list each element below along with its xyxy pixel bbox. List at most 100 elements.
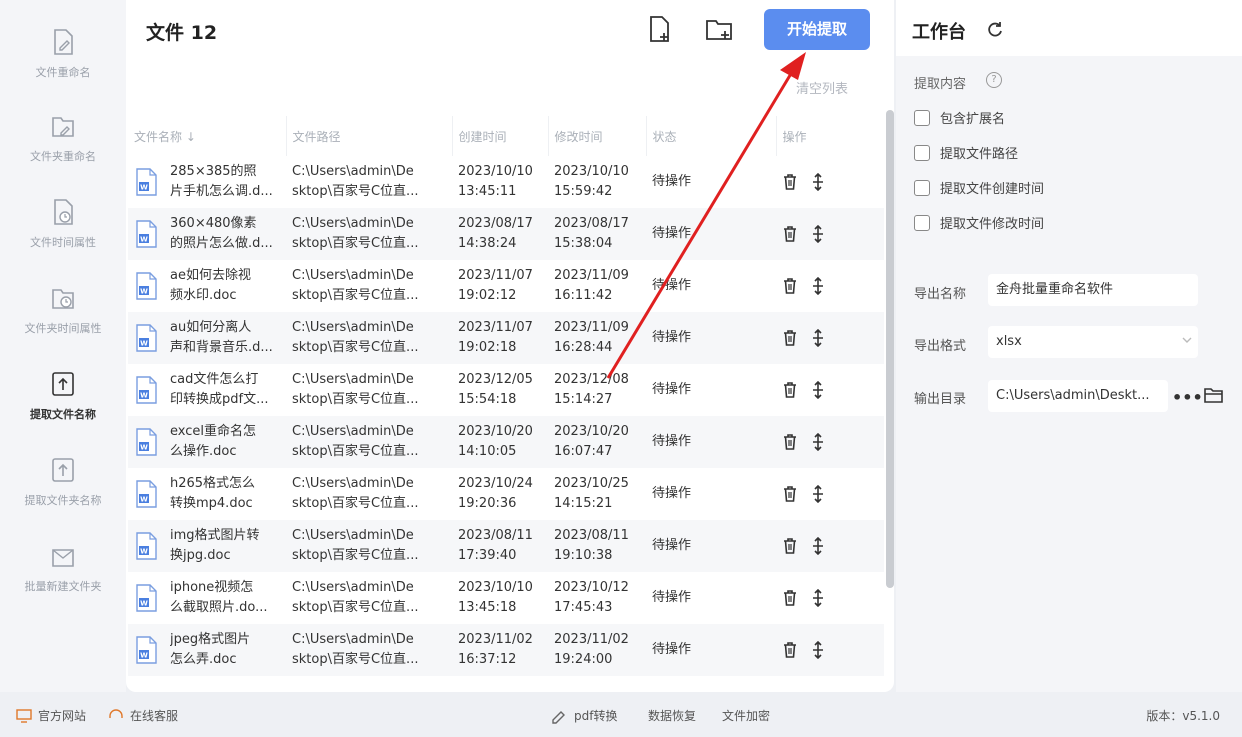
support-link[interactable]: 在线客服: [108, 707, 178, 724]
checkbox-box[interactable]: [914, 109, 930, 126]
sidebar-item-extract-folder-names[interactable]: 提取文件夹名称: [0, 456, 126, 536]
file-path-line: C:\Users\admin\De: [292, 632, 414, 647]
delete-icon[interactable]: [782, 277, 798, 295]
delete-icon[interactable]: [782, 329, 798, 347]
cell-created: 2023/11/02 16:37:12: [452, 624, 548, 676]
extract-created-time-checkbox[interactable]: 提取文件创建时间: [914, 178, 1044, 197]
file-encrypt-link[interactable]: 文件加密: [722, 707, 770, 724]
sidebar-item-label: 文件时间属性: [30, 236, 96, 249]
drag-handle-icon[interactable]: [810, 225, 826, 243]
sidebar-item-file-time[interactable]: 文件时间属性: [0, 198, 126, 278]
file-name-line: 285×385的照: [170, 164, 257, 179]
cell-actions: [776, 364, 884, 416]
headset-icon: [109, 708, 123, 718]
extract-modified-time-checkbox[interactable]: 提取文件修改时间: [914, 213, 1044, 232]
drag-handle-icon[interactable]: [810, 329, 826, 347]
delete-icon[interactable]: [782, 485, 798, 503]
cell-created: 2023/11/07 19:02:12: [452, 260, 548, 312]
cell-created: 2023/11/07 19:02:18: [452, 312, 548, 364]
scrollbar[interactable]: [886, 110, 894, 588]
delete-icon[interactable]: [782, 381, 798, 399]
website-link[interactable]: 官方网站: [16, 707, 86, 724]
table-row[interactable]: Wimg格式图片转 换jpg.doc C:\Users\admin\De sktop\…: [128, 520, 884, 572]
file-name-line: h265格式怎么: [170, 476, 256, 491]
delete-icon[interactable]: [782, 537, 798, 555]
checkbox-label: 提取文件创建时间: [940, 182, 1045, 197]
data-recovery-link[interactable]: 数据恢复: [648, 707, 696, 724]
created-time: 14:38:24: [458, 236, 517, 251]
checkbox-box[interactable]: [914, 214, 930, 231]
drag-handle-icon[interactable]: [810, 173, 826, 191]
created-time: 19:02:12: [458, 288, 517, 303]
drag-handle-icon[interactable]: [810, 433, 826, 451]
modified-time: 16:11:42: [554, 288, 613, 303]
refresh-icon[interactable]: [986, 20, 1004, 38]
output-dir-input[interactable]: C:\Users\admin\Deskt...: [988, 380, 1168, 412]
cell-status: 待操作: [646, 312, 776, 364]
folder-open-icon[interactable]: [1204, 386, 1224, 404]
cell-status: 待操作: [646, 156, 776, 208]
sidebar-item-label: 文件重命名: [35, 66, 91, 79]
export-name-input[interactable]: 金舟批量重命名软件: [988, 274, 1198, 306]
start-extract-button[interactable]: 开始提取: [764, 9, 870, 50]
modified-time: 16:07:47: [554, 444, 613, 459]
delete-icon[interactable]: [782, 173, 798, 191]
include-extension-checkbox[interactable]: 包含扩展名: [914, 108, 1005, 127]
table-row[interactable]: W 285×385的照 片手机怎么调.d... C:\Users\admin\De sk…: [128, 156, 884, 208]
drag-handle-icon[interactable]: [810, 485, 826, 503]
file-name-line: au如何分离人: [170, 320, 252, 335]
created-date: 2023/10/10: [458, 580, 533, 595]
delete-icon[interactable]: [782, 433, 798, 451]
cell-created: 2023/08/17 14:38:24: [452, 208, 548, 260]
drag-handle-icon[interactable]: [810, 641, 826, 659]
file-name-line: jpeg格式图片: [170, 632, 251, 647]
export-format-select[interactable]: xlsx: [988, 326, 1198, 358]
table-row[interactable]: Wh265格式怎么 转换mp4.doc C:\Users\admin\De sktop…: [128, 468, 884, 520]
help-icon[interactable]: ?: [986, 72, 1002, 88]
extract-path-checkbox[interactable]: 提取文件路径: [914, 143, 1018, 162]
file-clock-icon: [54, 199, 73, 225]
table-header: 文件名称 ↓ 文件路径 创建时间 修改时间 状态 操作: [128, 116, 884, 156]
delete-icon[interactable]: [782, 225, 798, 243]
delete-icon[interactable]: [782, 641, 798, 659]
checkbox-label: 提取文件修改时间: [940, 217, 1045, 232]
svg-text:W: W: [140, 444, 148, 452]
workbench-panel: 工作台 提取内容 ? 包含扩展名 提取文件路径 提取文件创建时间 提取文件修改时…: [896, 0, 1242, 692]
table-row[interactable]: W 360×480像素 的照片怎么做.d... C:\Users\admin\De sk…: [128, 208, 884, 260]
drag-handle-icon[interactable]: [810, 277, 826, 295]
sidebar-item-folder-rename[interactable]: 文件夹重命名: [0, 112, 126, 192]
drag-handle-icon[interactable]: [810, 381, 826, 399]
cell-name: Wexcel重命名怎 么操作.doc: [128, 416, 286, 468]
drag-handle-icon[interactable]: [810, 589, 826, 607]
checkbox-box[interactable]: [914, 179, 930, 196]
sidebar-item-folder-time[interactable]: 文件夹时间属性: [0, 284, 126, 364]
sidebar-item-file-rename[interactable]: 文件重命名: [0, 28, 126, 108]
checkbox-box[interactable]: [914, 144, 930, 161]
modified-date: 2023/08/17: [554, 216, 629, 231]
chevron-down-icon: [1182, 337, 1192, 343]
table-row[interactable]: Wexcel重命名怎 么操作.doc C:\Users\admin\De sktop\…: [128, 416, 884, 468]
sidebar-item-batch-new-folder[interactable]: 批量新建文件夹: [0, 542, 126, 622]
file-name-line: 片手机怎么调.d...: [170, 184, 273, 199]
drag-handle-icon[interactable]: [810, 537, 826, 555]
delete-icon[interactable]: [782, 589, 798, 607]
page-title: 文件 12: [146, 22, 218, 44]
svg-text:W: W: [140, 340, 148, 348]
table-row[interactable]: Wae如何去除视 频水印.doc C:\Users\admin\De sktop\百家…: [128, 260, 884, 312]
sidebar-item-extract-file-names[interactable]: 提取文件名称: [0, 370, 126, 450]
table-row[interactable]: Wjpeg格式图片 怎么弄.doc C:\Users\admin\De sktop\百…: [128, 624, 884, 676]
table-row[interactable]: Wau如何分离人 声和背景音乐.d... C:\Users\admin\De skto…: [128, 312, 884, 364]
add-file-icon[interactable]: [644, 14, 674, 44]
clear-list-button[interactable]: 清空列表: [796, 78, 848, 97]
add-folder-icon[interactable]: [704, 14, 734, 44]
more-options-button[interactable]: •••: [1172, 388, 1203, 407]
table-row[interactable]: Wiphone视频怎 么截取照片.do... C:\Users\admin\De sk…: [128, 572, 884, 624]
column-header-created: 创建时间: [452, 116, 549, 156]
cell-path: C:\Users\admin\De sktop\百家号C位直...: [286, 260, 452, 312]
cell-path: C:\Users\admin\De sktop\百家号C位直...: [286, 624, 452, 676]
cell-actions: [776, 468, 884, 520]
pdf-convert-label: pdf转换: [574, 709, 618, 723]
column-header-name[interactable]: 文件名称 ↓: [128, 116, 287, 156]
pdf-convert-link[interactable]: pdf转换: [550, 707, 617, 724]
table-row[interactable]: Wcad文件怎么打 印转换成pdf文... C:\Users\admin\De skt…: [128, 364, 884, 416]
